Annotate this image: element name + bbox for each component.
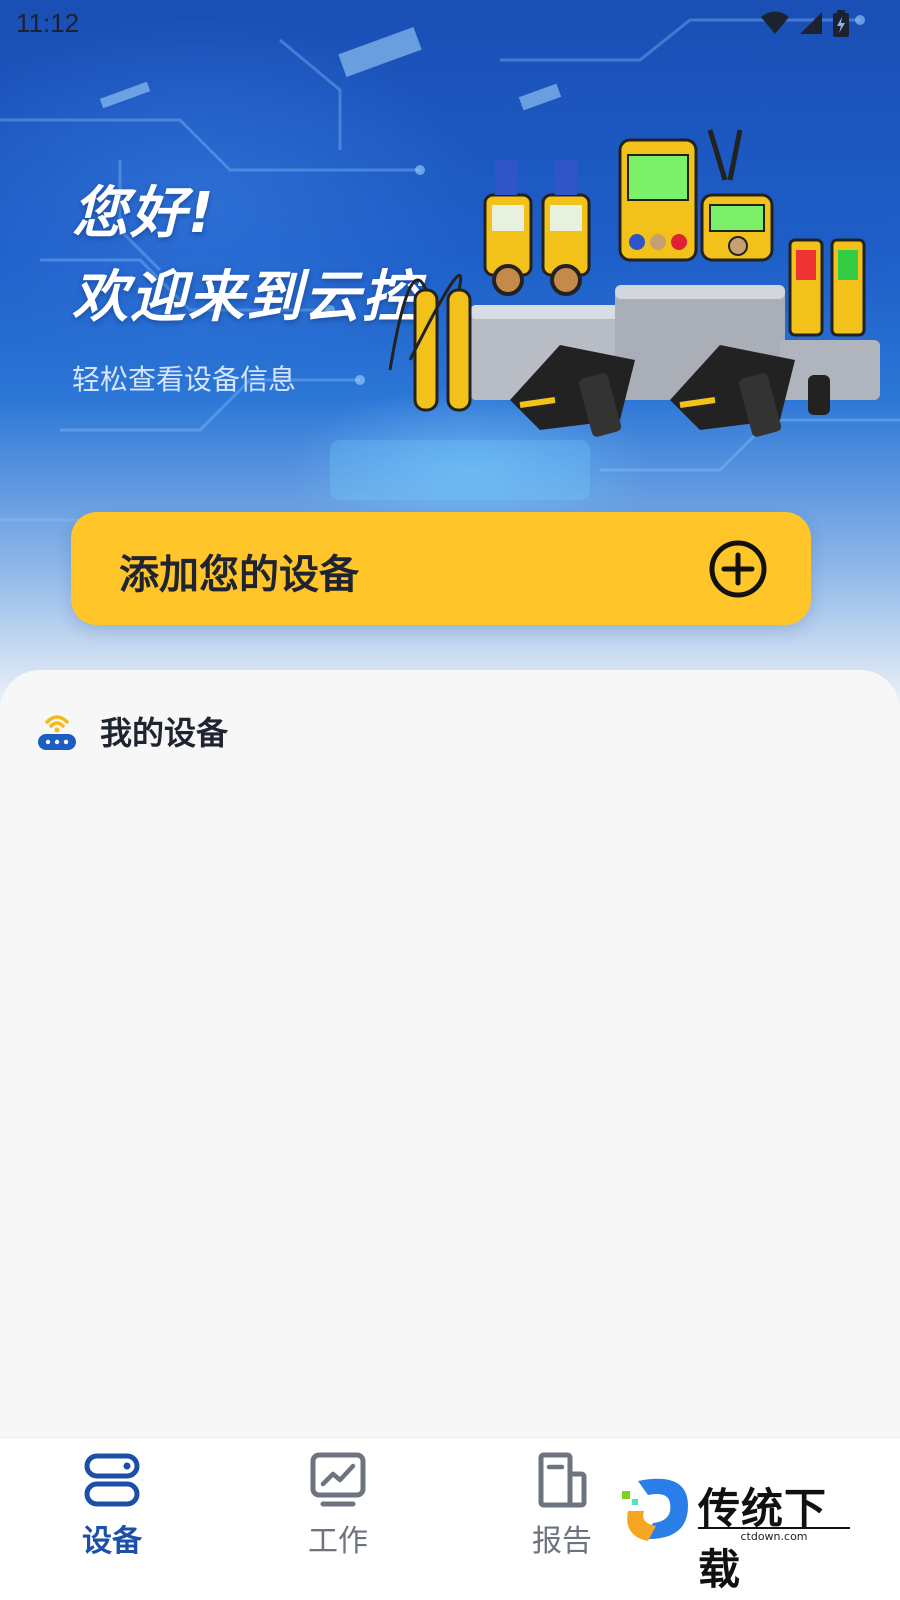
chart-monitor-icon [310, 1452, 366, 1507]
add-device-label: 添加您的设备 [119, 552, 359, 598]
my-devices-title: 我的设备 [100, 714, 229, 752]
my-devices-header: 我的设备 [36, 708, 228, 754]
plus-circle-icon [709, 540, 767, 598]
greeting-welcome: 欢迎来到云控 [72, 265, 420, 330]
status-bar: 11:12 [0, 0, 900, 50]
status-time: 11:12 [16, 8, 80, 38]
bottom-tab-bar: 设备 工作 报告 传统下载 ctdown.com [0, 1437, 900, 1600]
battery-icon [833, 10, 849, 37]
wifi-icon [761, 11, 789, 34]
watermark-domain: ctdown.com [698, 1527, 850, 1543]
watermark: 传统下载 ctdown.com [618, 1471, 868, 1594]
my-devices-panel [0, 670, 900, 1440]
products-illustration [388, 129, 880, 437]
greeting-hello: 您好! [72, 181, 216, 246]
hero-banner: 11:12 您好! 欢迎来到云控 轻松查看设备信息 添加您的设备 [0, 0, 900, 720]
tab-work-label: 工作 [308, 1524, 368, 1559]
report-icon [538, 1452, 587, 1508]
hero-subtitle: 轻松查看设备信息 [72, 363, 297, 396]
tab-reports[interactable]: 报告 [502, 1452, 622, 1560]
add-device-button[interactable]: 添加您的设备 [71, 512, 811, 625]
watermark-logo [622, 1478, 688, 1541]
tab-devices-label: 设备 [82, 1524, 142, 1559]
devices-icon [84, 1453, 140, 1507]
signal-icon [800, 12, 822, 34]
tab-devices[interactable]: 设备 [52, 1452, 172, 1560]
router-icon [38, 715, 76, 750]
tab-reports-label: 报告 [532, 1524, 592, 1559]
tab-work[interactable]: 工作 [278, 1452, 398, 1560]
